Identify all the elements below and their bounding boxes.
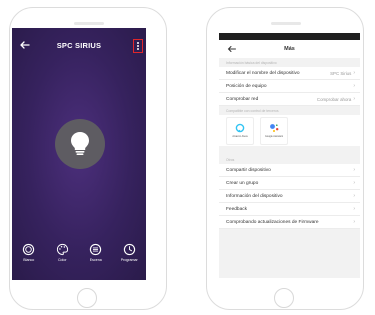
mode-bar: Blanco Color Escena Programar xyxy=(12,243,146,280)
device-title: SPC SIRIUS xyxy=(56,40,102,50)
device-info-row[interactable]: Información del dispositivo › xyxy=(219,190,360,203)
chevron-right-icon: › xyxy=(353,180,355,186)
home-button[interactable] xyxy=(274,288,294,308)
lightbulb-icon xyxy=(71,132,89,155)
service-label: Google Assistant xyxy=(265,135,283,138)
more-options-button[interactable] xyxy=(133,39,143,53)
settings-header: Más xyxy=(219,40,360,58)
row-label: Feedback xyxy=(226,206,248,212)
more-settings-screen: Más Información básica del dispositivo M… xyxy=(219,33,360,278)
chevron-right-icon: › xyxy=(353,70,355,76)
mode-schedule-button[interactable]: Programar xyxy=(113,243,145,262)
palette-icon xyxy=(56,243,68,256)
row-value: Comprobar ahora xyxy=(316,96,352,102)
clock-icon xyxy=(123,243,135,256)
service-label: Amazon Alexa xyxy=(232,135,248,138)
phone-speaker xyxy=(271,22,301,25)
home-button[interactable] xyxy=(77,288,97,308)
mode-label: Programar xyxy=(120,258,138,262)
mode-scene-button[interactable]: Escena xyxy=(80,243,112,262)
white-mode-icon xyxy=(23,243,35,256)
device-location-row[interactable]: Posición de equipo › xyxy=(219,80,360,93)
chevron-right-icon: › xyxy=(353,193,355,199)
phone-speaker xyxy=(74,22,104,25)
row-label: Comprobando actualizaciones de Firmware xyxy=(226,219,319,225)
row-value: SPC Sirius xyxy=(330,70,352,76)
check-network-row[interactable]: Comprobar red Comprobar ahora › xyxy=(219,93,360,106)
mode-label: Escena xyxy=(89,258,102,262)
google-assistant-tile[interactable]: Google Assistant xyxy=(260,116,288,145)
chevron-right-icon: › xyxy=(353,96,355,102)
status-bar xyxy=(219,33,360,40)
third-party-services: Amazon Alexa Google Assistant xyxy=(219,115,360,146)
section-header-basic: Información básica del dispositivo xyxy=(226,61,277,65)
alexa-tile[interactable]: Amazon Alexa xyxy=(226,116,254,145)
menu-dot xyxy=(137,41,139,44)
firmware-update-row[interactable]: Comprobando actualizaciones de Firmware … xyxy=(219,216,360,229)
back-arrow-icon[interactable] xyxy=(18,38,32,52)
page-title: Más xyxy=(284,46,295,52)
section-header-other: Otros xyxy=(226,158,235,162)
section-header-third-party: Compatible con control de terceros xyxy=(226,109,279,113)
create-group-row[interactable]: Crear un grupo › xyxy=(219,177,360,190)
mode-label: Color xyxy=(57,258,67,262)
rename-device-row[interactable]: Modificar el nombre del dispositivo SPC … xyxy=(219,67,360,80)
share-device-row[interactable]: Compartir dispositivo › xyxy=(219,164,360,177)
row-label: Posición de equipo xyxy=(226,83,267,89)
mode-white-button[interactable]: Blanco xyxy=(13,243,45,262)
row-label: Compartir dispositivo xyxy=(226,167,271,173)
power-toggle-button[interactable] xyxy=(55,119,105,169)
mode-label: Blanco xyxy=(23,258,35,262)
mode-color-button[interactable]: Color xyxy=(46,243,78,262)
menu-dot xyxy=(137,48,139,51)
row-label: Crear un grupo xyxy=(226,180,259,186)
device-control-screen: SPC SIRIUS Blanco Color Escena Programar xyxy=(12,28,146,280)
scene-icon xyxy=(90,243,102,256)
alexa-icon xyxy=(235,123,245,133)
row-label: Comprobar red xyxy=(226,96,259,102)
menu-dot xyxy=(137,45,139,47)
chevron-right-icon: › xyxy=(353,206,355,212)
device-header: SPC SIRIUS xyxy=(12,28,146,62)
row-label: Modificar el nombre del dispositivo xyxy=(226,70,300,76)
back-arrow-icon[interactable] xyxy=(226,43,238,55)
google-assistant-icon xyxy=(269,124,278,132)
chevron-right-icon: › xyxy=(353,167,355,173)
feedback-row[interactable]: Feedback › xyxy=(219,203,360,216)
chevron-right-icon: › xyxy=(353,219,355,225)
row-label: Información del dispositivo xyxy=(226,193,283,199)
chevron-right-icon: › xyxy=(353,83,355,89)
